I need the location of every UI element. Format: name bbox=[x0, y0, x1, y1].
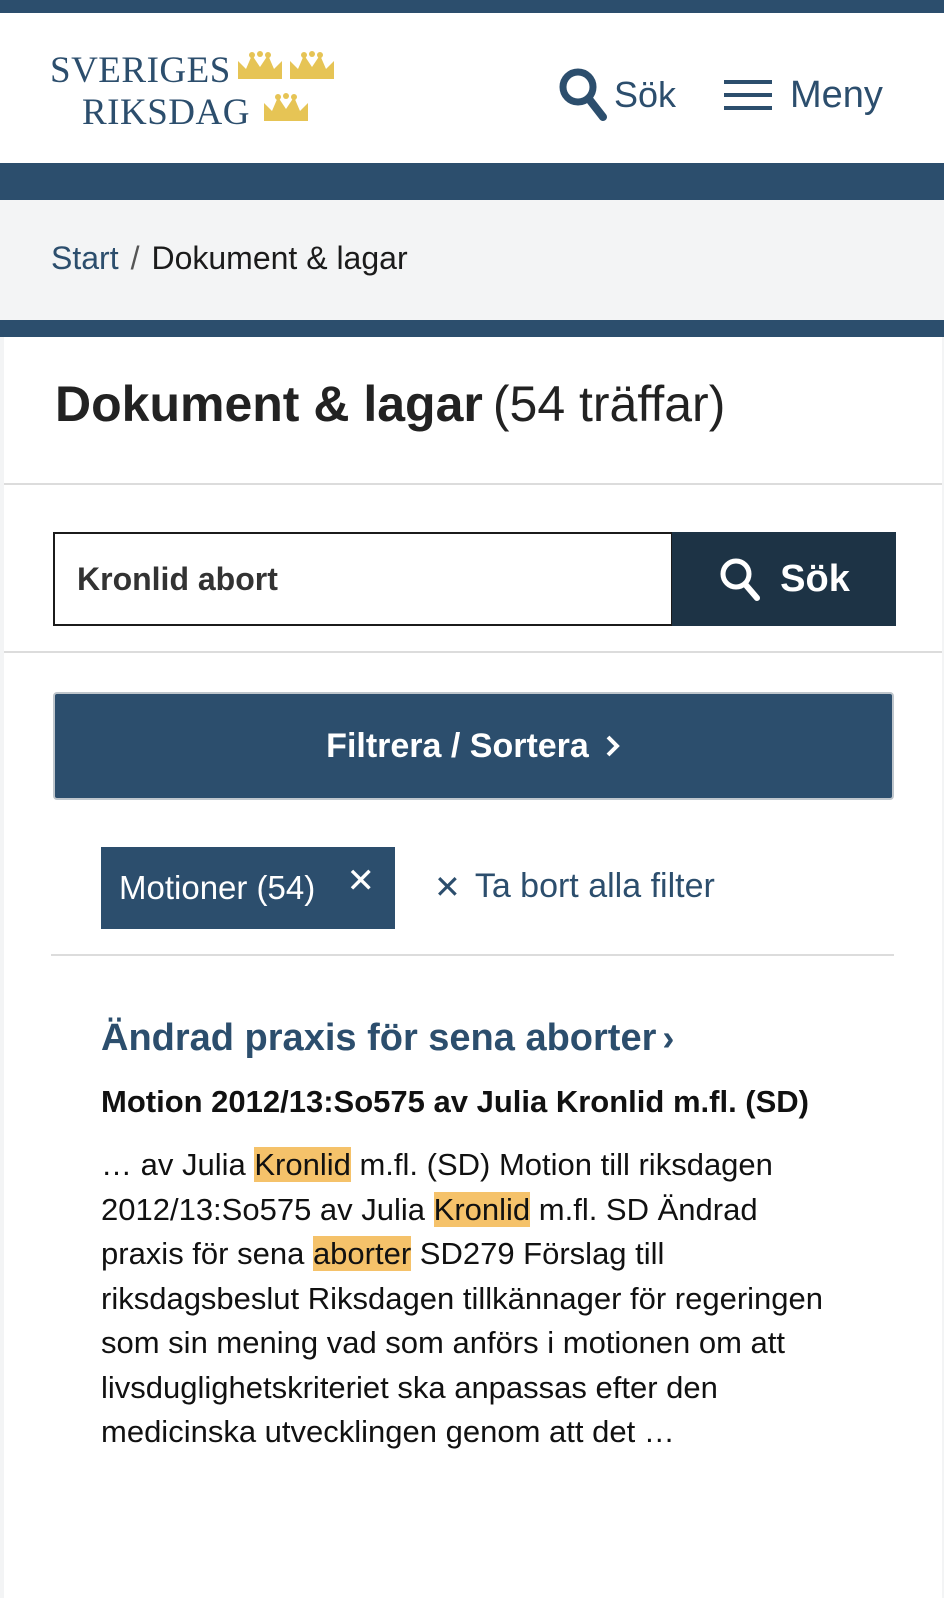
divider bbox=[4, 651, 942, 653]
crown-icon bbox=[264, 93, 308, 121]
page-title: Dokument & lagar (54 träffar) bbox=[55, 375, 725, 433]
logo-text-line1: SVERIGES bbox=[50, 50, 231, 91]
search-result: Ändrad praxis för sena aborter › Motion 2… bbox=[101, 1017, 841, 1455]
snippet-text: … av Julia bbox=[101, 1147, 255, 1182]
search-input[interactable] bbox=[53, 532, 673, 626]
site-header: SVERIGES RIKSDAG Sök Meny bbox=[0, 13, 944, 163]
search-button[interactable]: Sök bbox=[672, 532, 896, 626]
divider bbox=[51, 954, 894, 956]
header-search-button[interactable]: Sök bbox=[558, 65, 676, 125]
filter-sort-label: Filtrera / Sortera bbox=[326, 726, 589, 765]
divider bbox=[4, 483, 942, 485]
header-menu-label: Meny bbox=[790, 73, 883, 116]
header-search-label: Sök bbox=[614, 74, 677, 115]
hamburger-menu-icon bbox=[724, 80, 772, 110]
search-button-label: Sök bbox=[780, 557, 850, 600]
riksdag-logo[interactable]: SVERIGES RIKSDAG bbox=[50, 49, 350, 139]
logo-text-line2: RIKSDAG bbox=[82, 92, 250, 133]
result-title-link[interactable]: Ändrad praxis för sena aborter › bbox=[101, 1017, 674, 1059]
snippet-highlight: Kronlid bbox=[433, 1191, 531, 1227]
filter-sort-button[interactable]: Filtrera / Sortera bbox=[53, 692, 894, 800]
search-form: Sök bbox=[53, 532, 896, 626]
close-icon[interactable]: ✕ bbox=[347, 861, 376, 901]
header-band bbox=[0, 163, 944, 200]
search-icon bbox=[720, 558, 761, 601]
snippet-highlight: aborter bbox=[312, 1236, 412, 1271]
clear-all-filters-link[interactable]: ✕ Ta bort alla filter bbox=[434, 867, 715, 906]
chevron-right-icon bbox=[605, 733, 621, 759]
close-icon: ✕ bbox=[434, 868, 461, 905]
result-snippet: … av Julia Kronlid m.fl. (SD) Motion til… bbox=[101, 1143, 841, 1455]
search-icon bbox=[559, 68, 607, 121]
crown-icon bbox=[290, 51, 334, 79]
filter-chip-label: Motioner (54) bbox=[119, 869, 316, 906]
active-filter-chip[interactable]: Motioner (54) ✕ bbox=[101, 847, 395, 929]
top-stripe bbox=[0, 0, 944, 13]
header-menu-button[interactable]: Meny bbox=[724, 65, 883, 125]
crown-icon bbox=[238, 51, 282, 79]
breadcrumb-separator: / bbox=[130, 240, 140, 276]
chevron-right-icon: › bbox=[662, 1017, 675, 1058]
breadcrumb-start-link[interactable]: Start bbox=[51, 240, 119, 276]
hit-count: (54 träffar) bbox=[492, 376, 726, 432]
breadcrumb-current: Dokument & lagar bbox=[151, 240, 408, 276]
page-title-text: Dokument & lagar bbox=[55, 376, 483, 432]
snippet-highlight: Kronlid bbox=[254, 1147, 351, 1182]
result-subtitle: Motion 2012/13:So575 av Julia Kronlid m.… bbox=[101, 1084, 810, 1119]
content-band bbox=[0, 320, 944, 337]
clear-all-filters-label: Ta bort alla filter bbox=[474, 867, 715, 905]
breadcrumb: Start / Dokument & lagar bbox=[0, 200, 944, 320]
main-content: Dokument & lagar(54 träffar) Sök Filtrer… bbox=[4, 337, 942, 1598]
result-title: Ändrad praxis för sena aborter bbox=[101, 1017, 657, 1059]
